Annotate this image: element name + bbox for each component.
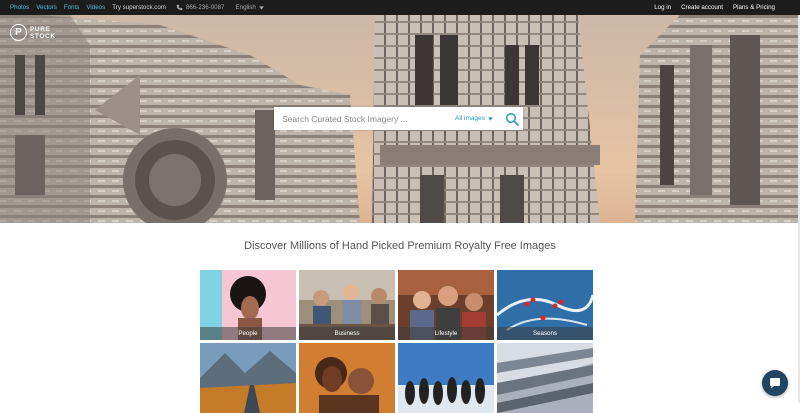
top-navigation-bar: Photos Vectors Fonts Videos Try supersto… bbox=[0, 0, 800, 15]
nav-fonts[interactable]: Fonts bbox=[64, 4, 79, 11]
logo-mark: P bbox=[10, 24, 27, 41]
phone-number: 866-236-0087 bbox=[185, 4, 225, 11]
chat-icon bbox=[770, 378, 780, 389]
nav-external-superstock[interactable]: Try superstock.com bbox=[112, 4, 166, 11]
search-icon bbox=[505, 112, 519, 126]
nav-vectors[interactable]: Vectors bbox=[36, 4, 57, 11]
category-tile-seasons[interactable]: Seasons bbox=[497, 270, 593, 340]
primary-nav: Photos Vectors Fonts Videos Try supersto… bbox=[0, 4, 264, 11]
tile-caption: Seasons bbox=[497, 327, 593, 340]
logo-word-pure: PURE bbox=[30, 25, 51, 33]
account-nav: Log in Create account Plans & Pricing bbox=[654, 4, 800, 11]
category-tile-lifestyle[interactable]: Lifestyle bbox=[398, 270, 494, 340]
plans-pricing-link[interactable]: Plans & Pricing bbox=[733, 4, 775, 11]
logo-word-stock: STOCK bbox=[30, 32, 56, 40]
phone-contact[interactable]: 866-236-0087 bbox=[176, 4, 225, 11]
phone-icon bbox=[176, 4, 183, 11]
caret-down-icon bbox=[488, 116, 493, 121]
nav-photos[interactable]: Photos bbox=[10, 4, 29, 11]
category-grid: People Business Lifestyle Seasons bbox=[200, 270, 593, 413]
category-tile-business[interactable]: Business bbox=[299, 270, 395, 340]
image-type-filter-label: All images bbox=[455, 115, 485, 122]
language-selector[interactable]: English bbox=[236, 4, 264, 11]
create-account-link[interactable]: Create account bbox=[681, 4, 723, 11]
search-bar: Search Curated Stock Imagery ... All ima… bbox=[274, 107, 523, 130]
search-input[interactable]: Search Curated Stock Imagery ... bbox=[274, 114, 455, 124]
tile-caption: Lifestyle bbox=[398, 327, 494, 340]
tile-caption: People bbox=[200, 327, 296, 340]
caret-down-icon bbox=[258, 5, 264, 10]
search-button[interactable] bbox=[501, 112, 523, 126]
language-label: English bbox=[235, 4, 256, 11]
login-link[interactable]: Log in bbox=[654, 4, 671, 11]
hero-banner: P PURE STOCK Search Curated Stock Imager… bbox=[0, 15, 800, 223]
image-type-filter[interactable]: All images bbox=[455, 115, 501, 122]
nav-videos[interactable]: Videos bbox=[86, 4, 105, 11]
tile-caption: Business bbox=[299, 327, 395, 340]
page-tagline: Discover Millions of Hand Picked Premium… bbox=[244, 240, 556, 252]
purestock-logo[interactable]: P PURE STOCK bbox=[10, 24, 56, 41]
chat-button[interactable] bbox=[762, 370, 788, 396]
category-tile-people[interactable]: People bbox=[200, 270, 296, 340]
